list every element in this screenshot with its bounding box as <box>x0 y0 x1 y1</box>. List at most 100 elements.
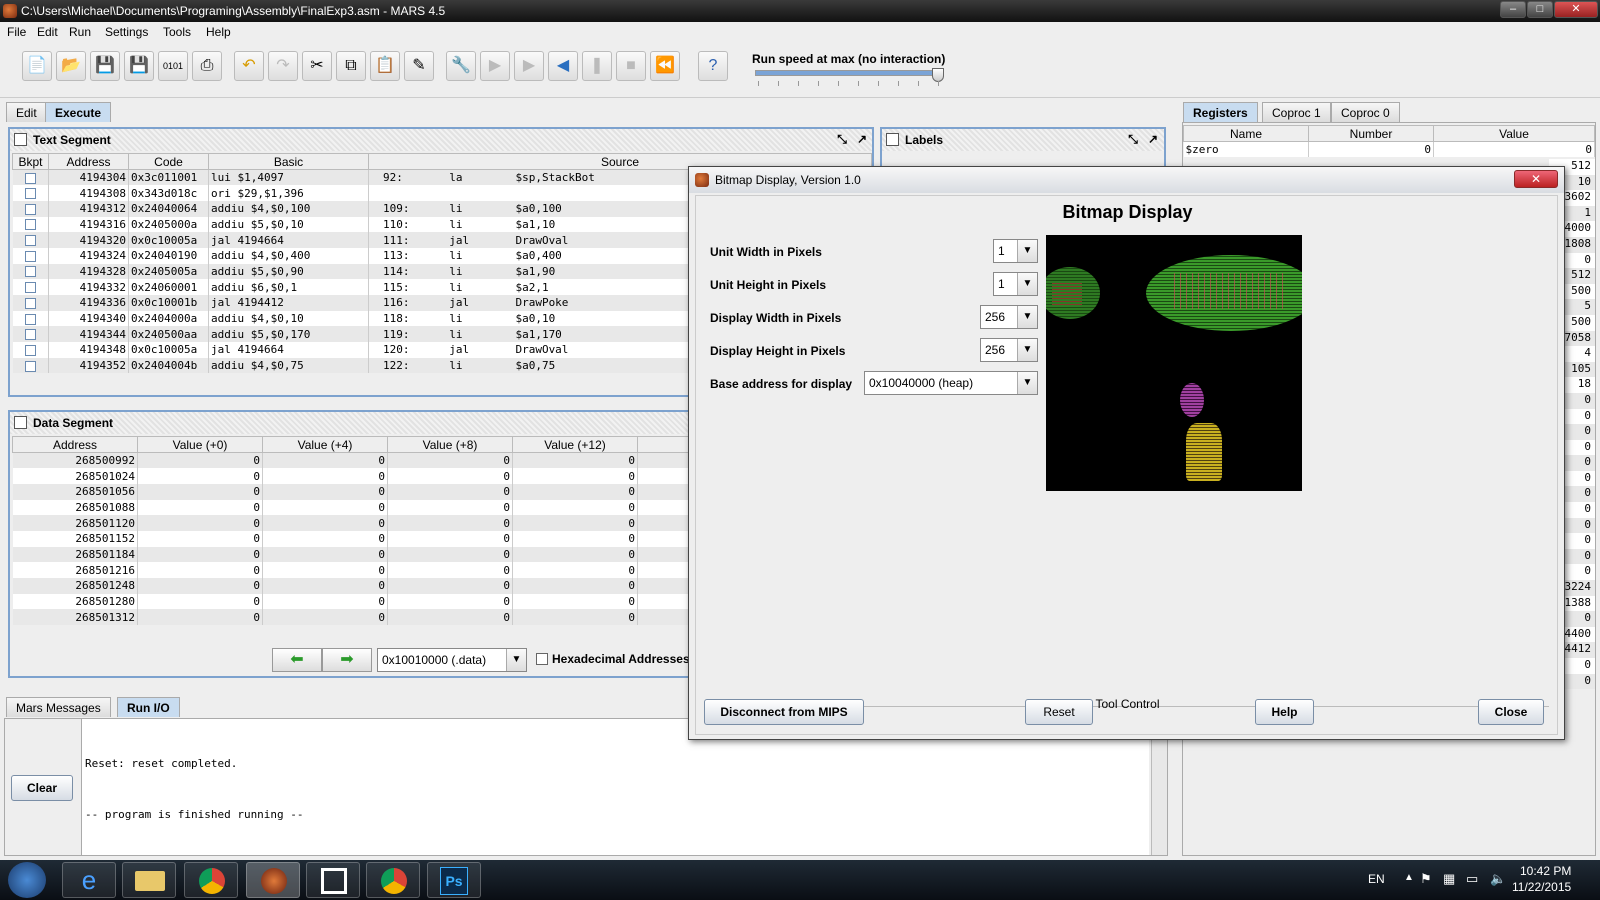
reset-icon[interactable]: ⏪ <box>650 51 680 81</box>
menu-file[interactable]: File <box>7 25 26 39</box>
paste-icon[interactable]: 📋 <box>370 51 400 81</box>
undo-icon[interactable]: ↶ <box>234 51 264 81</box>
tab-mars-messages[interactable]: Mars Messages <box>6 697 111 717</box>
close-window-button[interactable]: ✕ <box>1554 1 1598 18</box>
open-file-icon[interactable]: 📂 <box>56 51 86 81</box>
bkpt-cell[interactable] <box>12 310 49 327</box>
col-reg-number[interactable]: Number <box>1308 125 1434 142</box>
step-icon[interactable]: ▶ <box>514 51 544 81</box>
breakpoint-checkbox[interactable] <box>24 172 36 184</box>
menu-tools[interactable]: Tools <box>163 25 191 39</box>
close-icon[interactable]: ✕ <box>1514 170 1558 188</box>
bkpt-cell[interactable] <box>12 216 49 233</box>
save-as-icon[interactable]: 💾 <box>124 51 154 81</box>
mars-taskbar-icon[interactable] <box>246 862 300 898</box>
breakpoint-checkbox[interactable] <box>24 188 36 200</box>
col-basic[interactable]: Basic <box>208 153 369 170</box>
bkpt-cell[interactable] <box>12 295 49 311</box>
run-speed-slider[interactable] <box>755 70 940 76</box>
dump-memory-icon[interactable]: 0101 <box>158 51 188 81</box>
col-value-8[interactable]: Value (+8) <box>387 436 513 453</box>
breakpoint-checkbox[interactable] <box>24 219 36 231</box>
help-button[interactable]: Help <box>1255 699 1314 725</box>
pause-icon[interactable]: ❚ <box>582 51 612 81</box>
tab-registers[interactable]: Registers <box>1183 102 1258 122</box>
breakpoint-checkbox[interactable] <box>24 235 36 247</box>
col-reg-name[interactable]: Name <box>1183 125 1309 142</box>
bkpt-cell[interactable] <box>12 169 49 186</box>
tray-network-icon[interactable]: ▦ <box>1443 871 1455 887</box>
copy-icon[interactable]: ⧉ <box>336 51 366 81</box>
bkpt-cell[interactable] <box>12 279 49 295</box>
help-icon[interactable]: ? <box>698 51 728 81</box>
display-width-select[interactable]: 256 ▼ <box>980 305 1038 329</box>
unit-height-select[interactable]: 1 ▼ <box>993 272 1038 296</box>
run-icon[interactable]: ▶ <box>480 51 510 81</box>
col-bkpt[interactable]: Bkpt <box>12 153 49 170</box>
bkpt-cell[interactable] <box>12 247 49 264</box>
bkpt-cell[interactable] <box>12 342 49 358</box>
bkpt-cell[interactable] <box>12 357 49 374</box>
prev-segment-icon[interactable]: ⬅ <box>272 648 322 672</box>
start-button[interactable] <box>8 862 46 898</box>
breakpoint-checkbox[interactable] <box>24 360 36 372</box>
chevron-down-icon[interactable]: ▼ <box>1017 306 1037 328</box>
tab-execute[interactable]: Execute <box>45 102 112 122</box>
display-height-select[interactable]: 256 ▼ <box>980 338 1038 362</box>
disconnect-button[interactable]: Disconnect from MIPS <box>704 699 864 725</box>
photoshop-icon[interactable]: Ps <box>427 862 481 898</box>
base-address-select[interactable]: 0x10040000 (heap) ▼ <box>864 371 1038 395</box>
maximize-icon[interactable]: ↗ <box>855 132 869 146</box>
bkpt-cell[interactable] <box>12 232 49 248</box>
save-icon[interactable]: 💾 <box>90 51 120 81</box>
clock-date[interactable]: 11/22/2015 <box>1512 880 1571 894</box>
bkpt-cell[interactable] <box>12 326 49 343</box>
redo-icon[interactable]: ↷ <box>268 51 298 81</box>
app-window-icon[interactable] <box>306 862 360 898</box>
col-reg-value[interactable]: Value <box>1433 125 1595 142</box>
breakpoint-checkbox[interactable] <box>24 250 36 262</box>
hex-address-checkbox[interactable] <box>536 653 548 665</box>
col-value-4[interactable]: Value (+4) <box>262 436 388 453</box>
chrome-icon[interactable] <box>184 862 238 898</box>
bkpt-cell[interactable] <box>12 200 49 217</box>
explorer-icon[interactable] <box>122 862 176 898</box>
breakpoint-checkbox[interactable] <box>24 329 36 341</box>
chevron-down-icon[interactable]: ▼ <box>1017 339 1037 361</box>
maximize-button[interactable]: □ <box>1527 1 1553 18</box>
breakpoint-checkbox[interactable] <box>24 203 36 215</box>
minimize-button[interactable]: – <box>1500 1 1526 18</box>
next-segment-icon[interactable]: ➡ <box>322 648 372 672</box>
reset-button[interactable]: Reset <box>1025 699 1093 725</box>
breakpoint-checkbox[interactable] <box>24 282 36 294</box>
chrome-icon[interactable] <box>366 862 420 898</box>
menu-edit[interactable]: Edit <box>37 25 58 39</box>
maximize-icon[interactable]: ↗ <box>1146 132 1160 146</box>
menu-settings[interactable]: Settings <box>105 25 148 39</box>
breakpoint-checkbox[interactable] <box>24 344 36 356</box>
backstep-icon[interactable]: ◀ <box>548 51 578 81</box>
print-icon[interactable]: ⎙ <box>192 51 222 81</box>
col-code[interactable]: Code <box>128 153 209 170</box>
col-data-address[interactable]: Address <box>12 436 138 453</box>
breakpoint-checkbox[interactable] <box>24 313 36 325</box>
tray-expand-icon[interactable]: ▲ <box>1404 872 1414 883</box>
tab-edit[interactable]: Edit <box>6 102 47 122</box>
new-file-icon[interactable]: 📄 <box>22 51 52 81</box>
language-indicator[interactable]: EN <box>1368 872 1385 886</box>
tab-coproc0[interactable]: Coproc 0 <box>1331 102 1400 122</box>
segment-select[interactable]: 0x10010000 (.data) ▼ <box>377 648 527 672</box>
assemble-icon[interactable]: 🔧 <box>446 51 476 81</box>
stop-icon[interactable]: ■ <box>616 51 646 81</box>
breakpoint-checkbox[interactable] <box>24 297 36 309</box>
bkpt-cell[interactable] <box>12 263 49 280</box>
col-address[interactable]: Address <box>48 153 129 170</box>
clock-time[interactable]: 10:42 PM <box>1520 864 1571 878</box>
restore-icon[interactable]: ⤡ <box>835 132 849 146</box>
close-button[interactable]: Close <box>1478 699 1544 725</box>
run-speed-thumb[interactable] <box>932 68 944 82</box>
menu-run[interactable]: Run <box>69 25 91 39</box>
breakpoint-checkbox[interactable] <box>24 266 36 278</box>
ie-icon[interactable]: e <box>62 862 116 898</box>
restore-icon[interactable]: ⤡ <box>1126 132 1140 146</box>
